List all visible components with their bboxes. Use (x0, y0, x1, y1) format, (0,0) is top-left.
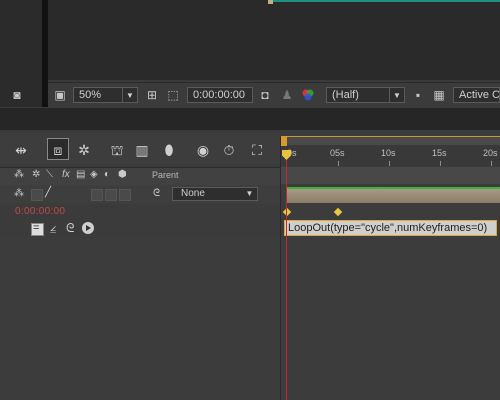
ruler-tick-label: 05s (330, 148, 345, 158)
composition-canvas[interactable] (48, 0, 500, 80)
expression-graph-icon[interactable]: ⦤ (50, 222, 56, 235)
motion-blur-icon[interactable]: ▥ (133, 141, 151, 159)
ruler-tick-label: 15s (432, 148, 447, 158)
ruler-tick (338, 161, 339, 166)
snapshot-icon[interactable]: ◘ (258, 87, 272, 103)
motion-blur-switch[interactable] (105, 189, 117, 201)
av-features-icon[interactable]: ⁂ (14, 169, 24, 180)
draft-3d-icon[interactable]: ⧈ (49, 141, 67, 159)
channel-icon[interactable] (301, 88, 315, 102)
ruler-tick-label: 10s (381, 148, 396, 158)
stopwatch-icon[interactable]: ⏱ (220, 141, 238, 159)
3d-layer-switch-icon[interactable]: ⬢ (118, 169, 127, 180)
chevron-down-icon[interactable]: ▼ (122, 87, 138, 103)
brainstorm-icon[interactable]: ⬮ (160, 141, 178, 159)
transparency-grid-icon[interactable]: ▦ (432, 87, 446, 103)
collapse-switch-icon[interactable]: ⟍ (46, 169, 53, 180)
shy-switch-icon[interactable]: ✲ (32, 169, 40, 180)
ruler-tick (440, 161, 441, 166)
chevron-down-icon[interactable]: ▼ (241, 187, 258, 201)
auto-keyframe-icon[interactable]: ◉ (194, 141, 212, 159)
composition-edge (273, 0, 500, 2)
frame-blending-icon[interactable]: ⛫ (108, 141, 126, 159)
active-camera-select[interactable]: Active C (453, 87, 500, 103)
ruler-tick-label: 20s (483, 148, 498, 158)
composition-mini-flowchart-icon[interactable]: ⇹ (12, 141, 30, 159)
shy-layers-icon[interactable]: ✲ (75, 141, 93, 159)
camera-snapshot-icon[interactable]: ◙ (8, 87, 26, 103)
resolution-select[interactable]: (Half) (326, 87, 390, 103)
equals-icon: = (33, 222, 40, 234)
region-of-interest-icon[interactable]: ▣ (52, 87, 68, 103)
ruler-tick (389, 161, 390, 166)
work-area-start-handle[interactable] (281, 136, 287, 146)
effect-switch[interactable] (91, 189, 103, 201)
grid-toggle-icon[interactable]: ⊞ (144, 87, 160, 103)
work-area-bar[interactable] (283, 136, 500, 145)
expression-pickwhip-icon[interactable]: ᘓ (66, 221, 74, 236)
current-time-readout[interactable]: 0:00:00:00 (15, 206, 65, 217)
show-snapshot-icon[interactable]: ♟ (280, 87, 294, 103)
parent-column-header: Parent (152, 170, 179, 180)
shy-switch[interactable] (31, 189, 43, 201)
motion-blur-switch-icon[interactable]: ◈ (90, 169, 98, 180)
graph-editor-icon[interactable]: ⛶ (248, 141, 266, 159)
quality-switch-icon[interactable]: ╱ (45, 187, 51, 198)
3d-switch[interactable] (119, 189, 131, 201)
zoom-select[interactable]: 50% (73, 87, 123, 103)
expression-language-menu-icon[interactable] (82, 222, 94, 234)
layer-duration-bar[interactable] (287, 187, 500, 203)
fast-preview-icon[interactable]: ▪ (411, 87, 425, 103)
chevron-down-icon[interactable]: ▼ (389, 87, 405, 103)
frame-blend-switch-icon[interactable]: ▤ (76, 169, 85, 180)
ruler-tick (491, 161, 492, 166)
visibility-icon[interactable]: ⁂ (14, 188, 24, 199)
pick-whip-icon[interactable]: ᘓ (153, 188, 160, 199)
adjustment-layer-switch-icon[interactable]: ◐ (104, 169, 110, 180)
effect-switch-icon[interactable]: fx (62, 169, 70, 180)
header-track (280, 167, 500, 184)
expression-field[interactable]: LoopOut(type="cycle",numKeyframes=0) (284, 220, 497, 236)
timeline-splitter[interactable] (280, 136, 281, 400)
current-time-field[interactable]: 0:00:00:00 (187, 87, 253, 103)
layer-header-row (0, 167, 280, 186)
mask-toggle-icon[interactable]: ⬚ (165, 87, 181, 103)
panel-gap (0, 108, 500, 130)
current-time-indicator[interactable] (286, 152, 287, 400)
